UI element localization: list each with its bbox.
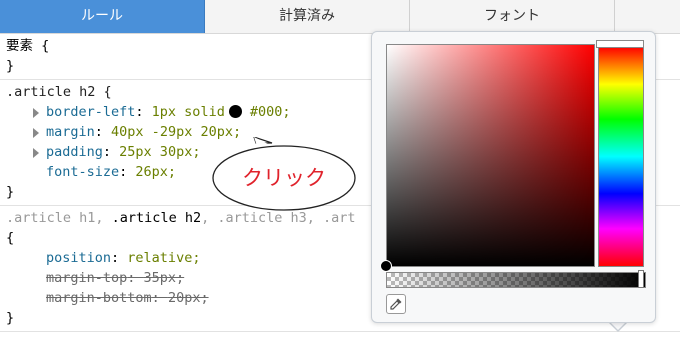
eyedropper-icon: [390, 298, 402, 310]
prop-value[interactable]: 20px;: [168, 290, 209, 306]
panel-tabs: ルール 計算済み フォント: [0, 0, 680, 34]
prop-name[interactable]: font-size: [46, 164, 119, 180]
selector-match: .article h2: [111, 210, 202, 226]
expand-triangle-icon[interactable]: [33, 108, 39, 118]
prop-name[interactable]: padding: [46, 144, 103, 160]
prop-value-color[interactable]: #000;: [250, 104, 291, 120]
color-picker-popup: [371, 31, 656, 323]
prop-name[interactable]: margin-top: [46, 270, 127, 286]
expand-triangle-icon[interactable]: [33, 128, 39, 138]
prop-name[interactable]: border-left: [46, 104, 135, 120]
tab-computed[interactable]: 計算済み: [205, 0, 410, 33]
click-callout-bubble: クリック: [212, 137, 356, 211]
prop-name[interactable]: margin: [46, 124, 95, 140]
hue-slider-handle[interactable]: [596, 40, 644, 48]
saturation-value-area[interactable]: [386, 44, 595, 267]
alpha-slider[interactable]: [386, 272, 646, 288]
selector-part: .article h1,: [6, 210, 112, 226]
tab-more[interactable]: [615, 0, 680, 33]
prop-value[interactable]: 1px solid: [152, 104, 225, 120]
tab-fonts[interactable]: フォント: [410, 0, 615, 33]
alpha-slider-handle[interactable]: [638, 270, 644, 288]
prop-value[interactable]: 25px 30px;: [119, 144, 200, 160]
prop-name[interactable]: position: [46, 250, 111, 266]
color-swatch[interactable]: [228, 105, 242, 118]
expand-triangle-icon[interactable]: [33, 148, 39, 158]
prop-value[interactable]: 26px;: [135, 164, 176, 180]
callout-text: クリック: [242, 166, 326, 190]
saturation-value-handle[interactable]: [380, 260, 392, 272]
hue-slider[interactable]: [598, 46, 644, 267]
tab-rules[interactable]: ルール: [0, 0, 205, 33]
prop-value[interactable]: 35px;: [144, 270, 185, 286]
prop-name[interactable]: margin-bottom: [46, 290, 152, 306]
eyedropper-button[interactable]: [386, 294, 406, 314]
prop-value[interactable]: relative;: [127, 250, 200, 266]
